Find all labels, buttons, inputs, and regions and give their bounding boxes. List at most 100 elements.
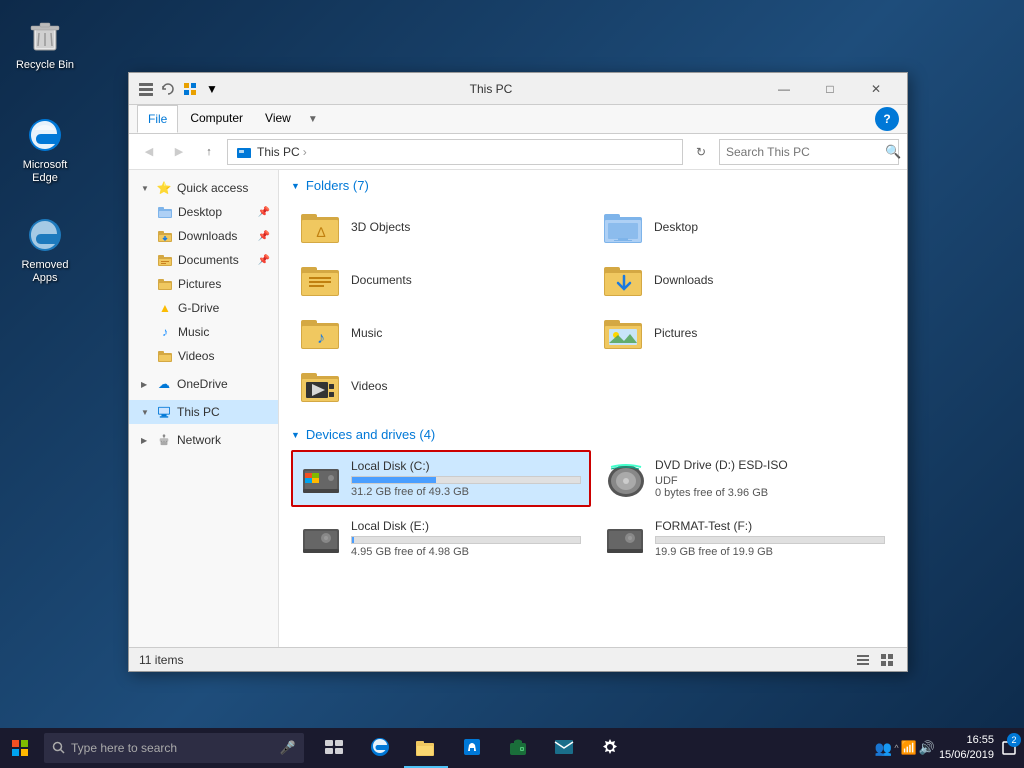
minimize-btn[interactable]: —: [761, 73, 807, 105]
maximize-btn[interactable]: □: [807, 73, 853, 105]
folder-3d-objects-icon: ∆: [301, 209, 341, 244]
drive-c-fill: [352, 477, 436, 483]
search-box[interactable]: 🔍: [719, 139, 899, 165]
close-btn[interactable]: ✕: [853, 73, 899, 105]
drives-section-header[interactable]: Devices and drives (4): [291, 427, 895, 442]
sidebar-label-gdrive: G-Drive: [178, 301, 270, 315]
sidebar-section-network: ▶ Network: [129, 426, 278, 454]
folder-pictures[interactable]: Pictures: [594, 307, 895, 358]
sidebar-item-gdrive[interactable]: ▲ G-Drive: [129, 296, 278, 320]
sidebar-item-desktop[interactable]: Desktop 📌: [129, 200, 278, 224]
desktop-icon-edge[interactable]: Microsoft Edge: [5, 110, 85, 190]
qat-undo-btn[interactable]: [159, 80, 177, 98]
tab-file[interactable]: File: [137, 105, 178, 133]
view-controls: [853, 650, 897, 670]
gdrive-icon: ▲: [157, 300, 173, 316]
drive-c-bar: [351, 476, 581, 484]
taskbar-search[interactable]: Type here to search 🎤: [44, 733, 304, 763]
network-icon[interactable]: 📶: [901, 740, 917, 756]
quick-access-icon: ⭐: [156, 180, 172, 196]
folders-section-header[interactable]: Folders (7): [291, 178, 895, 193]
folder-documents[interactable]: Documents: [291, 254, 592, 305]
taskbar-task-view[interactable]: [312, 728, 356, 768]
desktop-icon-recycle-bin[interactable]: Recycle Bin: [5, 10, 85, 77]
address-path[interactable]: This PC ›: [227, 139, 683, 165]
sidebar-item-downloads[interactable]: Downloads 📌: [129, 224, 278, 248]
volume-icon[interactable]: 🔊: [919, 740, 935, 756]
chevron-icon[interactable]: ^: [894, 743, 898, 753]
drive-dvd-d[interactable]: DVD Drive (D:) ESD-ISO UDF 0 bytes free …: [595, 450, 895, 507]
main-content: ▼ ⭐ Quick access Desktop: [129, 170, 907, 647]
forward-btn[interactable]: ▶: [167, 140, 191, 164]
help-btn[interactable]: ?: [875, 107, 899, 131]
drive-e-space: 4.95 GB free of 4.98 GB: [351, 546, 581, 558]
taskbar-edge[interactable]: [358, 728, 402, 768]
taskbar-file-explorer[interactable]: [404, 728, 448, 768]
taskbar-mail[interactable]: [542, 728, 586, 768]
folder-music[interactable]: ♪ Music: [291, 307, 592, 358]
sidebar-label-pictures: Pictures: [178, 277, 270, 291]
tab-view[interactable]: View: [255, 105, 301, 133]
drive-local-e[interactable]: Local Disk (E:) 4.95 GB free of 4.98 GB: [291, 511, 591, 566]
notification-btn[interactable]: 2: [994, 728, 1024, 768]
sidebar-item-pictures[interactable]: Pictures: [129, 272, 278, 296]
up-btn[interactable]: ↑: [197, 140, 221, 164]
sidebar-item-network[interactable]: ▶ Network: [129, 428, 278, 452]
sys-tray: 👥 ^ 📶 🔊: [871, 740, 939, 757]
folder-desktop[interactable]: Desktop: [594, 201, 895, 252]
drive-e-icon: [301, 521, 341, 556]
search-input[interactable]: [726, 145, 881, 159]
quick-access-expand: ▼: [141, 184, 151, 193]
drive-f-bar: [655, 536, 885, 544]
sidebar-item-this-pc[interactable]: ▼ This PC: [129, 400, 278, 424]
mic-icon: 🎤: [280, 740, 296, 756]
drive-local-c[interactable]: Local Disk (C:) 31.2 GB free of 49.3 GB: [291, 450, 591, 507]
svg-text:♪: ♪: [317, 330, 325, 347]
sidebar-label-documents: Documents: [178, 253, 253, 267]
this-pc-expand: ▼: [141, 408, 151, 417]
downloads-pin-icon: 📌: [258, 231, 270, 242]
people-icon[interactable]: 👥: [875, 740, 892, 757]
recycle-bin-label: Recycle Bin: [16, 59, 74, 72]
folder-videos-icon: [301, 368, 341, 403]
folders-grid: ∆ 3D Objects: [291, 201, 895, 411]
folder-music-label: Music: [351, 326, 382, 340]
back-btn[interactable]: ◀: [137, 140, 161, 164]
taskbar-store[interactable]: [450, 728, 494, 768]
sidebar-item-quick-access[interactable]: ▼ ⭐ Quick access: [129, 176, 278, 200]
sidebar-section-onedrive: ▶ ☁ OneDrive: [129, 370, 278, 398]
folder-music-icon: ♪: [301, 315, 341, 350]
sidebar-item-music[interactable]: ♪ Music: [129, 320, 278, 344]
folders-section-title: Folders (7): [306, 178, 369, 193]
qat-dropdown-btn[interactable]: ▼: [203, 80, 221, 98]
taskbar-settings[interactable]: [588, 728, 632, 768]
ribbon-expand-btn[interactable]: ▼: [303, 107, 323, 131]
refresh-btn[interactable]: ↻: [689, 140, 713, 164]
sidebar-item-documents[interactable]: Documents 📌: [129, 248, 278, 272]
folder-videos[interactable]: Videos: [291, 360, 592, 411]
drive-e-name: Local Disk (E:): [351, 519, 581, 533]
view-grid-btn[interactable]: [877, 650, 897, 670]
desktop-icon-removed-apps[interactable]: Removed Apps: [5, 210, 85, 290]
start-btn[interactable]: [0, 728, 40, 768]
drive-d-icon: [605, 461, 645, 496]
taskbar-wallet[interactable]: [496, 728, 540, 768]
videos-folder-icon: [157, 348, 173, 364]
drive-format-f[interactable]: FORMAT-Test (F:) 19.9 GB free of 19.9 GB: [595, 511, 895, 566]
qat-properties-btn[interactable]: [181, 80, 199, 98]
drive-d-subtitle: UDF: [655, 475, 885, 487]
view-details-btn[interactable]: [853, 650, 873, 670]
notification-badge: 2: [1007, 733, 1021, 747]
desktop: Recycle Bin Microsoft Edge Removed Apps: [0, 0, 1024, 768]
drives-grid: Local Disk (C:) 31.2 GB free of 49.3 GB: [291, 450, 895, 566]
pin-icon: 📌: [258, 207, 270, 218]
drive-d-name: DVD Drive (D:) ESD-ISO: [655, 458, 885, 472]
sidebar-item-videos[interactable]: Videos: [129, 344, 278, 368]
recycle-bin-icon: [25, 15, 65, 55]
tab-computer[interactable]: Computer: [180, 105, 253, 133]
sidebar-item-onedrive[interactable]: ▶ ☁ OneDrive: [129, 372, 278, 396]
folder-downloads[interactable]: Downloads: [594, 254, 895, 305]
sidebar-label-onedrive: OneDrive: [177, 377, 270, 391]
folder-3d-objects[interactable]: ∆ 3D Objects: [291, 201, 592, 252]
taskbar-time[interactable]: 16:55 15/06/2019: [939, 733, 994, 764]
